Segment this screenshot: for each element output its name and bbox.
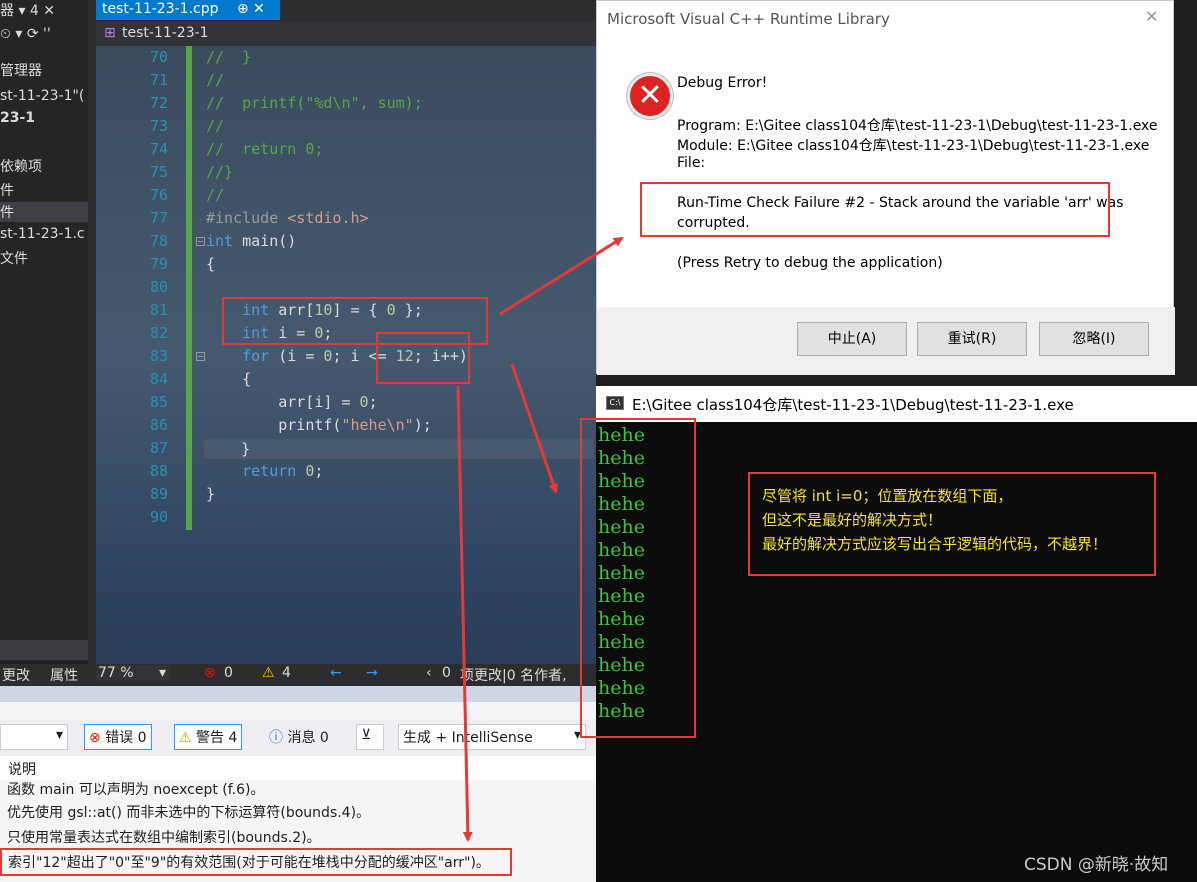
line-number: 72 <box>149 94 168 112</box>
console-line: hehe <box>598 493 645 515</box>
line-number: 71 <box>149 71 168 89</box>
console-line: hehe <box>598 700 645 722</box>
line-number: 90 <box>149 508 168 526</box>
line-number: 87 <box>149 439 168 457</box>
line-number: 85 <box>149 393 168 411</box>
line-number: 73 <box>149 117 168 135</box>
line-number: 80 <box>149 278 168 296</box>
arrow-to-dialog <box>499 236 624 316</box>
line-number: 74 <box>149 140 168 158</box>
arrow-to-console <box>510 363 559 494</box>
line-number: 89 <box>149 485 168 503</box>
line-number: 82 <box>149 324 168 342</box>
console-line: hehe <box>598 654 645 676</box>
console-line: hehe <box>598 470 645 492</box>
line-number: 79 <box>149 255 168 273</box>
console-line: hehe <box>598 516 645 538</box>
console-line: hehe <box>598 562 645 584</box>
line-number: 76 <box>149 186 168 204</box>
line-number: 86 <box>149 416 168 434</box>
line-number: 70 <box>149 48 168 66</box>
console-line: hehe <box>598 631 645 653</box>
arrow-to-warning <box>456 385 473 842</box>
watermark: CSDN @新晓·故知 <box>1024 855 1169 875</box>
console-line: hehe <box>598 424 645 446</box>
line-number: 77 <box>149 209 168 227</box>
console-line: hehe <box>598 608 645 630</box>
line-number: 75 <box>149 163 168 181</box>
line-number: 83 <box>149 347 168 365</box>
line-number: 88 <box>149 462 168 480</box>
console-line: hehe <box>598 539 645 561</box>
line-number: 78 <box>149 232 168 250</box>
line-number: 84 <box>149 370 168 388</box>
console-line: hehe <box>598 447 645 469</box>
console-line: hehe <box>598 677 645 699</box>
console-line: hehe <box>598 585 645 607</box>
line-number: 81 <box>149 301 168 319</box>
